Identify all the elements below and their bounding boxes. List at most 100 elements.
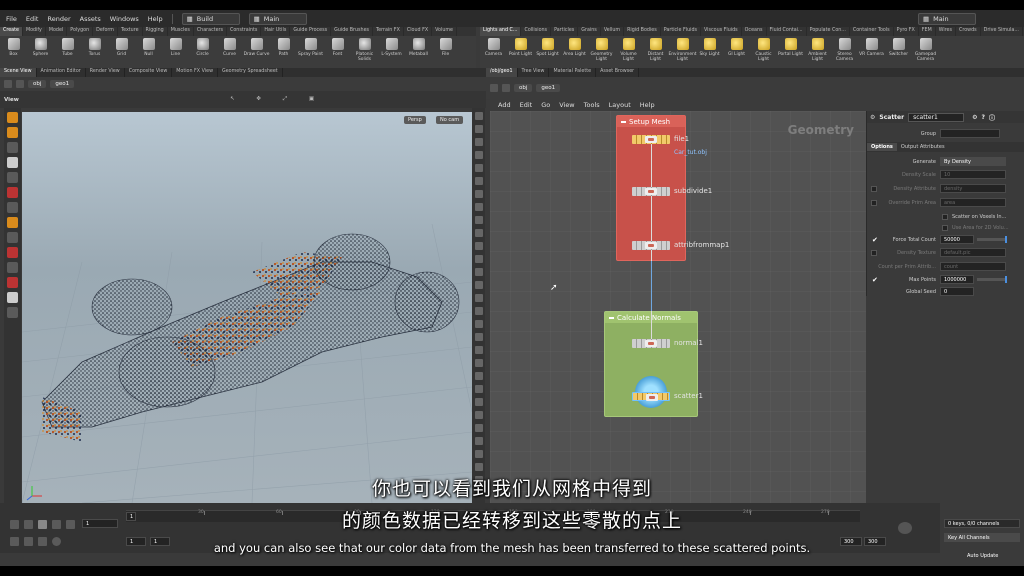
menu-assets[interactable]: Assets: [80, 15, 101, 23]
group-field[interactable]: [940, 129, 1000, 138]
shelf-tab[interactable]: Oceans: [742, 27, 767, 36]
display-option-icon[interactable]: [474, 242, 483, 250]
shelf-tab[interactable]: Cloud FX: [404, 27, 433, 36]
shelf-tab[interactable]: Model: [46, 27, 68, 36]
shelf-tab[interactable]: Particle Fluids: [661, 27, 701, 36]
max-points-slider[interactable]: [977, 276, 1007, 283]
display-option-icon[interactable]: [474, 437, 483, 445]
path-geo[interactable]: geo1: [50, 80, 75, 88]
shelf-tool-switcher[interactable]: Switcher: [885, 38, 912, 57]
display-option-icon[interactable]: [474, 359, 483, 367]
display-option-icon[interactable]: [474, 307, 483, 315]
network-menu-go[interactable]: Go: [541, 101, 550, 109]
shelf-tool-caustic-light[interactable]: Caustic Light: [750, 38, 777, 62]
node-file1[interactable]: [632, 135, 670, 144]
shelf-tool-lsystem[interactable]: L-System: [378, 38, 405, 57]
gear-icon[interactable]: ⚙: [972, 114, 977, 121]
display-option-icon[interactable]: [474, 203, 483, 211]
shelf-tab[interactable]: Viscous Fluids: [701, 27, 742, 36]
display-option-icon[interactable]: [474, 177, 483, 185]
snap-tool-icon[interactable]: [7, 262, 18, 273]
help-icon[interactable]: ?: [981, 114, 984, 121]
right-main-desktop-dropdown[interactable]: ▦ Main: [918, 13, 976, 25]
override-prim-field[interactable]: area: [940, 198, 1006, 207]
shelf-tab[interactable]: Particles: [551, 27, 579, 36]
tab-composite-view[interactable]: Composite View: [125, 68, 173, 77]
handle-tool-icon[interactable]: [7, 172, 18, 183]
menu-render[interactable]: Render: [47, 15, 70, 23]
display-option-icon[interactable]: [474, 164, 483, 172]
tab-asset-browser[interactable]: Asset Browser: [596, 68, 640, 77]
density-attribute-field[interactable]: density: [940, 184, 1006, 193]
network-menu-edit[interactable]: Edit: [520, 101, 533, 109]
shelf-tab[interactable]: FEM: [919, 27, 936, 36]
back-arrow-icon[interactable]: [490, 84, 498, 92]
density-attribute-checkbox[interactable]: [871, 185, 877, 192]
shelf-tool-portal-light[interactable]: Portal Light: [777, 38, 804, 57]
tab-scene-view[interactable]: Scene View: [0, 68, 37, 77]
menu-file[interactable]: File: [6, 15, 17, 23]
override-prim-checkbox[interactable]: [871, 199, 877, 206]
view-menu-icon[interactable]: View: [4, 97, 19, 103]
shelf-tool-path[interactable]: Path: [270, 38, 297, 57]
shelf-tab[interactable]: Pyro FX: [894, 27, 919, 36]
info-icon[interactable]: ⓘ: [989, 113, 995, 122]
tab-animation-editor[interactable]: Animation Editor: [37, 68, 86, 77]
shelf-tab[interactable]: Collisions: [521, 27, 552, 36]
shelf-tab[interactable]: Rigid Bodies: [624, 27, 661, 36]
scale-tool-icon[interactable]: [7, 157, 18, 168]
shelf-tab[interactable]: Characters: [194, 27, 228, 36]
path-geo[interactable]: geo1: [536, 84, 561, 92]
shelf-tool-tube[interactable]: Tube: [54, 38, 81, 57]
shelf-tool-platonic[interactable]: Platonic Solids: [351, 38, 378, 62]
collapse-icon[interactable]: [609, 316, 614, 319]
force-total-count-slider[interactable]: [977, 236, 1007, 243]
paint-tool-icon[interactable]: [7, 217, 18, 228]
shelf-tool-geometry-light[interactable]: Geometry Light: [588, 38, 615, 62]
shelf-tab[interactable]: Constraints: [227, 27, 262, 36]
display-option-icon[interactable]: [474, 385, 483, 393]
perspective-menu[interactable]: Persp: [404, 116, 426, 124]
shelf-tool-box[interactable]: Box: [0, 38, 27, 57]
shelf-tool-camera[interactable]: Camera: [480, 38, 507, 57]
menu-windows[interactable]: Windows: [110, 15, 139, 23]
path-obj[interactable]: obj: [514, 84, 533, 92]
shelf-tab[interactable]: Container Tools: [850, 27, 894, 36]
density-scale-field[interactable]: 10: [940, 170, 1006, 179]
shelf-tab[interactable]: Terrain FX: [373, 27, 404, 36]
shelf-tab[interactable]: Wires: [936, 27, 957, 36]
shelf-tool-volume-light[interactable]: Volume Light: [615, 38, 642, 62]
network-menu-tools[interactable]: Tools: [584, 101, 600, 109]
shelf-tab[interactable]: Hair Utils: [261, 27, 291, 36]
shelf-tool-grid[interactable]: Grid: [108, 38, 135, 57]
shelf-tool-environment-light[interactable]: Environment Light: [668, 38, 697, 62]
node-name-field[interactable]: scatter1: [908, 112, 965, 122]
shelf-tool-torus[interactable]: Torus: [81, 38, 108, 57]
camera-tool-icon[interactable]: [7, 292, 18, 303]
node-normal1[interactable]: [632, 339, 670, 348]
shelf-tab[interactable]: Muscles: [168, 27, 194, 36]
build-desktop-dropdown[interactable]: ▦ Build: [181, 12, 240, 25]
tab-tree-view[interactable]: Tree View: [518, 68, 550, 77]
tab-motion-fx-view[interactable]: Motion FX View: [172, 68, 218, 77]
global-seed-field[interactable]: 0: [940, 287, 974, 296]
display-option-icon[interactable]: [474, 294, 483, 302]
network-menu-help[interactable]: Help: [640, 101, 655, 109]
shelf-tool-gamepad-camera[interactable]: Gamepad Camera: [912, 38, 939, 62]
shelf-tool-gi-light[interactable]: GI Light: [723, 38, 750, 57]
shelf-tab[interactable]: Fluid Contai...: [767, 27, 807, 36]
node-subdivide1[interactable]: [632, 187, 670, 196]
tab-options[interactable]: Options: [867, 143, 897, 151]
pose-tool-icon[interactable]: [7, 187, 18, 198]
main-desktop-dropdown[interactable]: ▦ Main: [248, 12, 307, 25]
shelf-tab[interactable]: Guide Process: [290, 27, 332, 36]
network-menu-add[interactable]: Add: [498, 101, 511, 109]
shelf-tab[interactable]: Drive Simula...: [981, 27, 1023, 36]
network-menu-layout[interactable]: Layout: [609, 101, 631, 109]
menu-help[interactable]: Help: [148, 15, 163, 23]
shelf-tab[interactable]: Lights and C...: [480, 27, 522, 36]
shelf-tool-sphere[interactable]: Sphere: [27, 38, 54, 57]
display-option-icon[interactable]: [474, 112, 483, 120]
count-prim-field[interactable]: count: [940, 262, 1006, 271]
display-option-icon[interactable]: [474, 346, 483, 354]
